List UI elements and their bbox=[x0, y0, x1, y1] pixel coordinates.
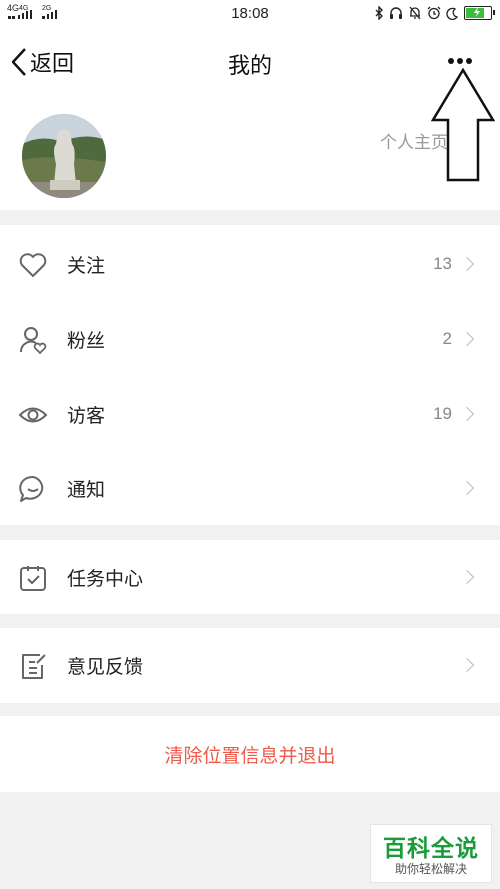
logout-label: 清除位置信息并退出 bbox=[164, 745, 336, 767]
social-section: 关注 13 粉丝 2 访客 19 通知 bbox=[0, 225, 500, 525]
edit-note-icon bbox=[22, 654, 46, 679]
menu-item-visitors[interactable]: 访客 19 bbox=[0, 377, 500, 451]
menu-label: 访客 bbox=[67, 405, 106, 427]
status-bar: 4G 4G 2G 18:08 bbox=[0, 0, 500, 28]
chevron-right-icon bbox=[459, 256, 475, 272]
pointer-arrow-icon bbox=[431, 68, 495, 182]
watermark-subtitle: 助你轻松解决 bbox=[394, 862, 467, 876]
menu-item-follow[interactable]: 关注 13 bbox=[0, 227, 500, 301]
fans-count: 2 bbox=[442, 329, 452, 348]
clipboard-check-icon bbox=[20, 566, 46, 591]
muted-bell-icon bbox=[409, 6, 421, 20]
menu-label: 关注 bbox=[67, 255, 106, 277]
bluetooth-icon bbox=[375, 6, 383, 20]
watermark-title: 百科全说 bbox=[383, 836, 479, 862]
chevron-right-icon bbox=[459, 657, 475, 673]
alarm-icon bbox=[427, 6, 441, 20]
eye-icon bbox=[18, 407, 48, 423]
headset-icon bbox=[390, 7, 402, 19]
menu-label: 任务中心 bbox=[67, 568, 144, 590]
follow-count: 13 bbox=[433, 254, 452, 273]
menu-label: 通知 bbox=[67, 479, 106, 501]
tasks-section: 任务中心 bbox=[0, 540, 500, 614]
menu-item-fans[interactable]: 粉丝 2 bbox=[0, 302, 500, 376]
moon-icon bbox=[446, 7, 459, 20]
menu-item-feedback[interactable]: 意见反馈 bbox=[0, 628, 500, 702]
top-nav-bar: 返回 我的 bbox=[0, 28, 500, 98]
heart-icon bbox=[19, 253, 47, 277]
user-heart-icon bbox=[19, 327, 47, 355]
status-icons bbox=[374, 4, 495, 22]
chevron-right-icon bbox=[459, 480, 475, 496]
menu-label: 粉丝 bbox=[67, 330, 106, 352]
visitors-count: 19 bbox=[433, 404, 452, 423]
avatar[interactable] bbox=[22, 114, 106, 198]
feedback-section: 意见反馈 bbox=[0, 628, 500, 703]
menu-item-tasks[interactable]: 任务中心 bbox=[0, 540, 500, 614]
menu-item-notice[interactable]: 通知 bbox=[0, 451, 500, 525]
battery-icon bbox=[464, 6, 495, 20]
chevron-right-icon bbox=[459, 331, 475, 347]
menu-label: 意见反馈 bbox=[67, 656, 144, 678]
chat-bubble-icon bbox=[19, 475, 44, 502]
chevron-right-icon bbox=[459, 569, 475, 585]
watermark-logo: 百科全说 助你轻松解决 bbox=[370, 824, 492, 883]
profile-card[interactable]: 个人主页 bbox=[0, 98, 500, 210]
page-title: 我的 bbox=[227, 54, 272, 79]
chevron-right-icon bbox=[459, 406, 475, 422]
logout-button[interactable]: 清除位置信息并退出 bbox=[0, 716, 500, 792]
